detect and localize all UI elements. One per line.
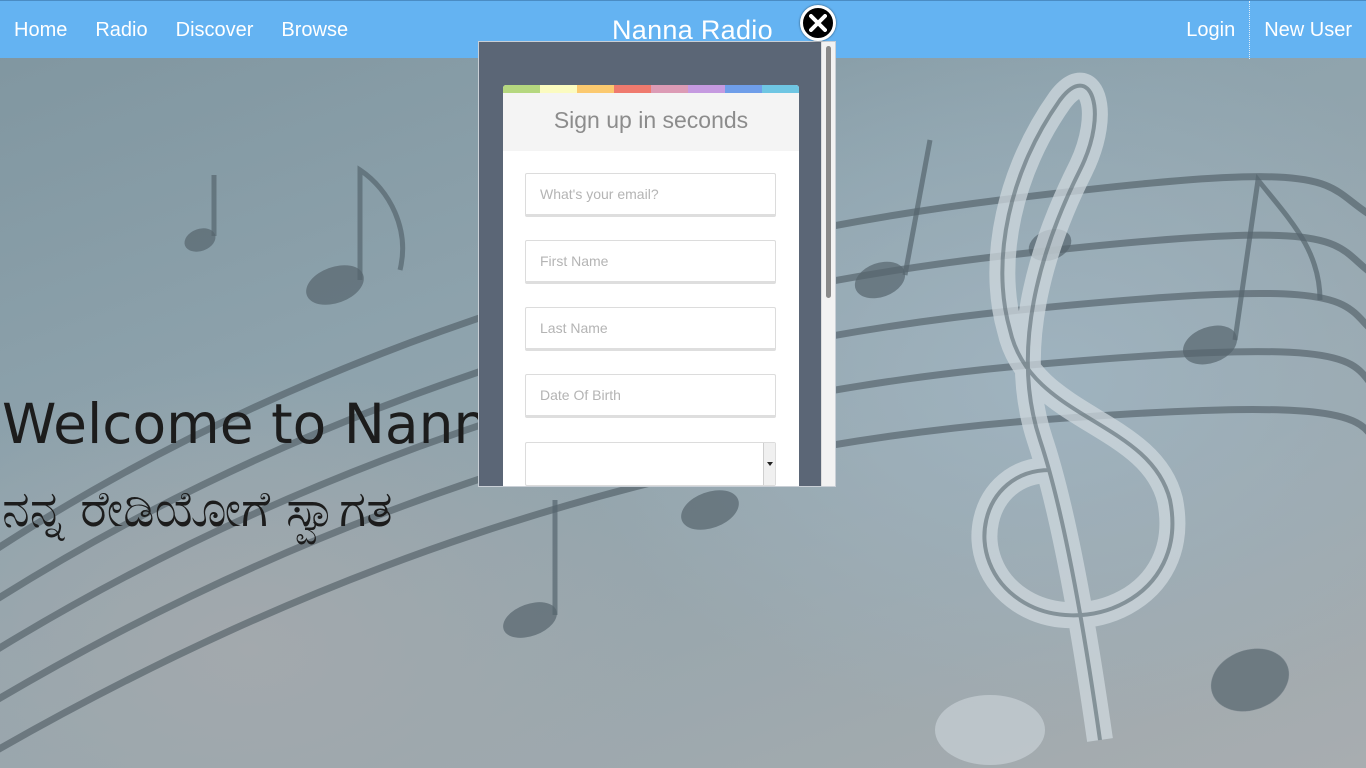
welcome-heading: Welcome to Nanna <box>2 392 523 456</box>
chevron-down-icon[interactable] <box>763 443 775 485</box>
stripe-segment <box>651 85 688 93</box>
stripe-segment <box>688 85 725 93</box>
close-modal-button[interactable] <box>800 5 836 41</box>
close-icon <box>809 14 827 32</box>
stripe-segment <box>540 85 577 93</box>
email-field[interactable] <box>525 173 776 217</box>
stripe-segment <box>577 85 614 93</box>
stripe-segment <box>725 85 762 93</box>
scrollbar-thumb[interactable] <box>826 46 831 298</box>
stripe-segment <box>762 85 799 93</box>
nav-account-links: Login New User <box>1172 1 1366 59</box>
last-name-field[interactable] <box>525 307 776 351</box>
nav-links: Home Radio Discover Browse <box>0 1 362 59</box>
first-name-field[interactable] <box>525 240 776 284</box>
stripe-segment <box>503 85 540 93</box>
nav-home[interactable]: Home <box>0 1 81 59</box>
nav-new-user[interactable]: New User <box>1249 1 1366 59</box>
gender-select[interactable] <box>525 442 776 486</box>
signup-card: Sign up in seconds <box>503 85 799 486</box>
color-stripe <box>503 85 799 93</box>
stripe-segment <box>614 85 651 93</box>
modal-scrollbar[interactable] <box>821 42 835 486</box>
nav-browse[interactable]: Browse <box>267 1 362 59</box>
signup-heading: Sign up in seconds <box>503 93 799 151</box>
date-of-birth-field[interactable] <box>525 374 776 418</box>
nav-login[interactable]: Login <box>1172 1 1249 59</box>
nav-discover[interactable]: Discover <box>162 1 268 59</box>
signup-modal: Sign up in seconds <box>478 41 836 487</box>
nav-radio[interactable]: Radio <box>81 1 161 59</box>
welcome-heading-kannada: ನನ್ನ ರೇಡಿಯೋಗೆ ಸ್ವಾಗತ <box>2 480 393 538</box>
